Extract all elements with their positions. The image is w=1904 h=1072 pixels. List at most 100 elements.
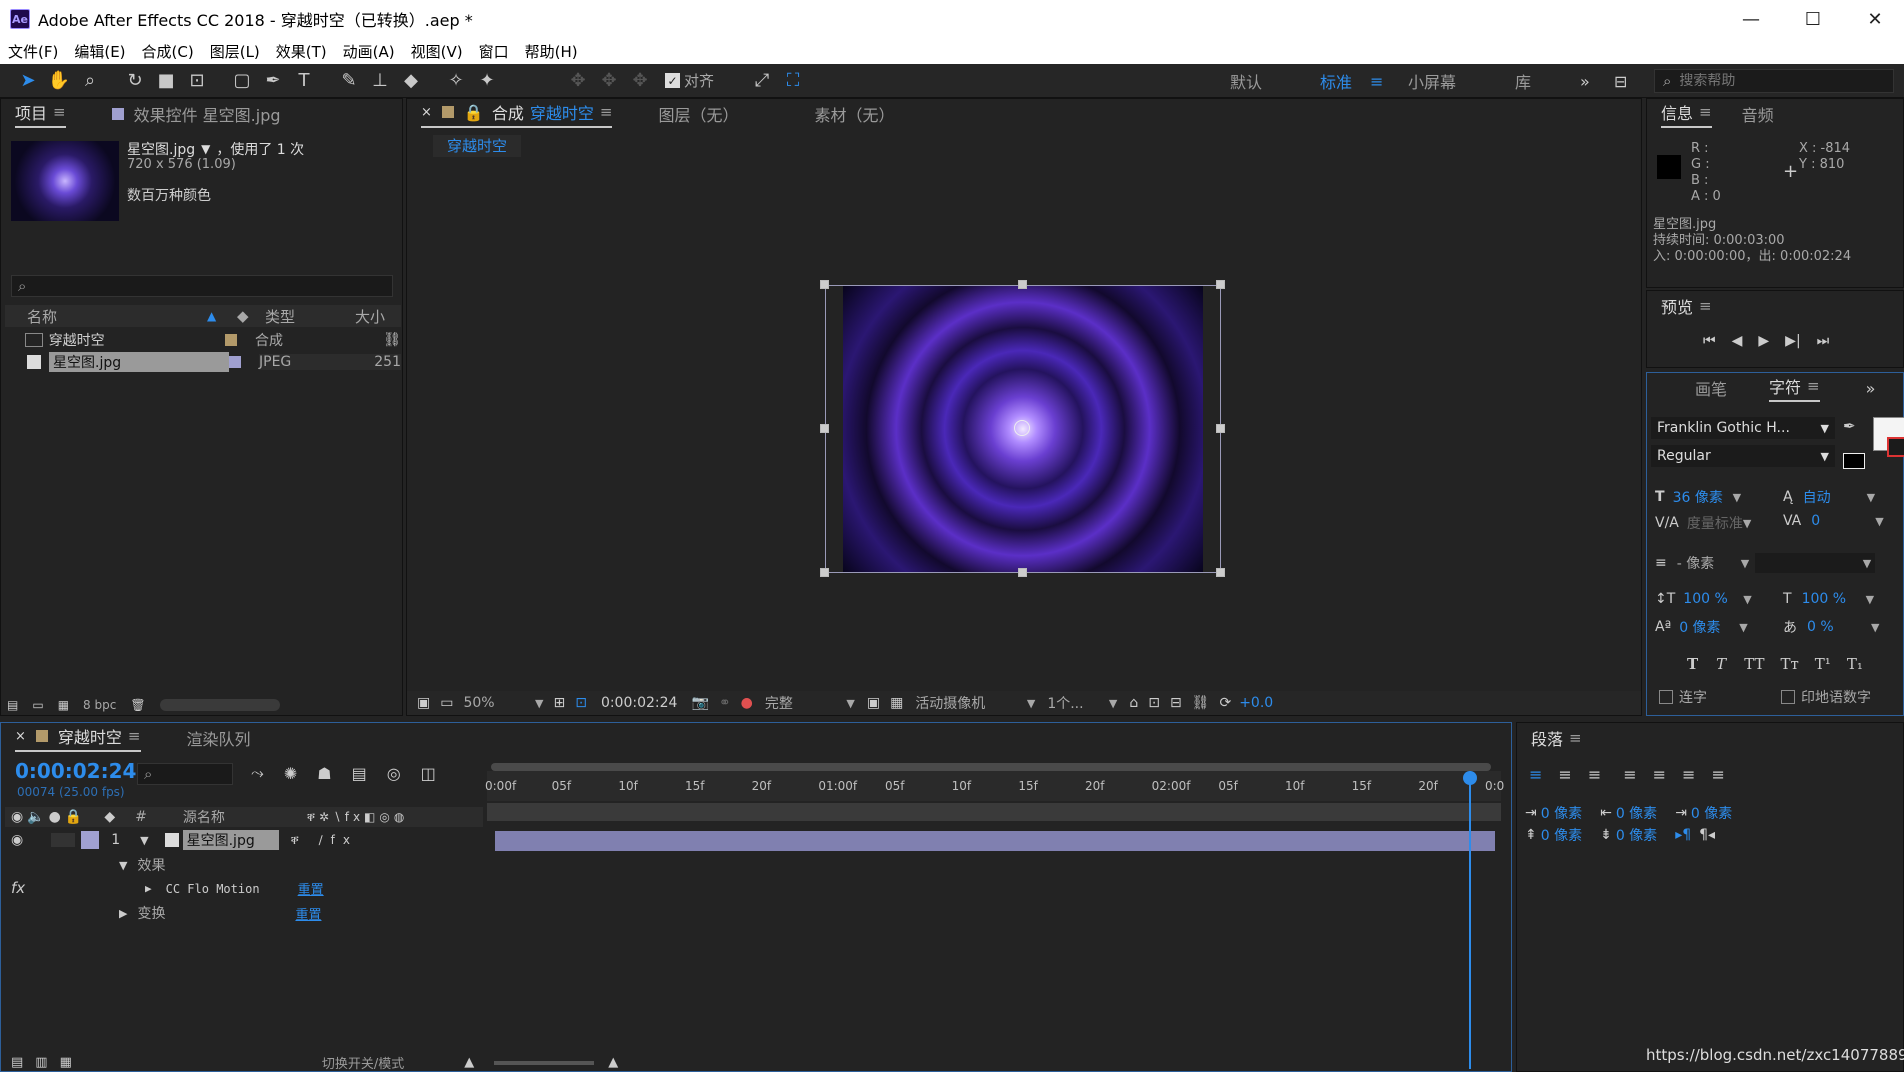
vertical-scale-value[interactable]: 100 %: [1683, 591, 1743, 607]
horizontal-scale-field[interactable]: T 100 % ▼: [1783, 591, 1874, 607]
baseline-shift-field[interactable]: Aª 0 像素 ▼: [1655, 617, 1748, 637]
menu-view[interactable]: 视图(V): [411, 41, 463, 62]
indent-first-line-value[interactable]: 0 像素: [1691, 803, 1732, 823]
label-color-swatch[interactable]: [81, 831, 100, 849]
stroke-width-value[interactable]: - 像素: [1677, 553, 1741, 573]
snap-target-icon[interactable]: ⛶: [779, 67, 807, 95]
reset-exposure-icon[interactable]: ⟳: [1219, 695, 1231, 711]
label-tag-icon[interactable]: ◆: [237, 307, 265, 325]
justify-last-left-icon[interactable]: ≡: [1623, 765, 1636, 784]
menu-effect[interactable]: 效果(T): [276, 41, 327, 62]
usage-dropdown-icon[interactable]: ▼: [201, 142, 210, 156]
snapshot-icon[interactable]: 📷: [691, 695, 708, 711]
transform-handle[interactable]: [1216, 280, 1225, 289]
kerning-field[interactable]: V/A 度量标准 ▼: [1655, 513, 1751, 533]
help-search[interactable]: ⌕: [1654, 69, 1894, 93]
transform-handle[interactable]: [820, 280, 829, 289]
time-navigator[interactable]: [487, 803, 1501, 821]
tab-paint[interactable]: 画笔: [1695, 376, 1727, 400]
ltr-direction-icon[interactable]: ▸¶: [1675, 827, 1691, 843]
ligatures-option[interactable]: 连字: [1659, 687, 1707, 707]
baseline-shift-value[interactable]: 0 像素: [1679, 617, 1739, 637]
expand-panel-icon[interactable]: »: [1866, 379, 1876, 398]
in-out-pane-icon[interactable]: ▦: [60, 1055, 72, 1070]
stroke-type-dropdown[interactable]: ▼: [1755, 553, 1876, 573]
transparency-grid-icon[interactable]: ▦: [890, 695, 903, 711]
indent-left-value[interactable]: 0 像素: [1541, 803, 1582, 823]
column-type[interactable]: 类型: [265, 306, 355, 327]
workspace-default[interactable]: 默认: [1230, 64, 1262, 98]
tab-timeline-comp[interactable]: × 穿越时空 ≡: [15, 724, 141, 752]
expand-triangle-icon[interactable]: ▼: [119, 859, 127, 872]
lock-icon[interactable]: 🔒: [65, 809, 82, 825]
solo-icon[interactable]: ●: [49, 809, 61, 825]
chevron-down-icon[interactable]: ▼: [1741, 557, 1749, 570]
rtl-direction-icon[interactable]: ¶◂: [1699, 827, 1715, 843]
views-dropdown[interactable]: 1个... ▼: [1047, 693, 1117, 713]
bit-depth-button[interactable]: 8 bpc: [83, 698, 116, 712]
rotate-tool-icon[interactable]: ↻: [121, 67, 149, 95]
column-name[interactable]: 名称: [27, 306, 207, 327]
brush-tool-icon[interactable]: ✎: [335, 67, 363, 95]
space-before-value[interactable]: 0 像素: [1541, 825, 1582, 845]
channel-icon[interactable]: ●: [741, 695, 753, 711]
time-ruler[interactable]: [487, 771, 1501, 801]
superscript-button[interactable]: T¹: [1815, 655, 1831, 673]
menu-composition[interactable]: 合成(C): [142, 41, 194, 62]
tab-character[interactable]: 字符 ≡: [1769, 374, 1820, 402]
timeline-icon[interactable]: ⊟: [1170, 695, 1182, 711]
menu-help[interactable]: 帮助(H): [525, 41, 578, 62]
chevron-down-icon[interactable]: ▼: [1743, 517, 1751, 530]
effects-group-row[interactable]: ▼ 效果: [119, 855, 165, 875]
toggle-switches-modes-button[interactable]: 切换开关/模式: [322, 1053, 404, 1072]
align-left-icon[interactable]: ≡: [1529, 765, 1542, 784]
trash-icon[interactable]: 🗑: [130, 698, 145, 712]
font-size-value[interactable]: 36 像素: [1673, 487, 1733, 507]
kerning-value[interactable]: 度量标准: [1687, 513, 1743, 533]
font-family-dropdown[interactable]: Franklin Gothic H... ▼: [1651, 417, 1835, 439]
layer-switches-icons[interactable]: ቐ ∕fx: [291, 833, 358, 848]
indent-right-value[interactable]: 0 像素: [1616, 803, 1657, 823]
always-preview-icon[interactable]: ▣: [417, 695, 430, 711]
layer-duration-bar[interactable]: [495, 831, 1495, 851]
puppet-pin-tool-icon[interactable]: ✦: [473, 67, 501, 95]
interpret-footage-icon[interactable]: ▤: [7, 698, 18, 712]
resolution-dropdown[interactable]: 完整 ▼: [765, 693, 855, 713]
roto-brush-tool-icon[interactable]: ✧: [442, 67, 470, 95]
transform-handle[interactable]: [1018, 280, 1027, 289]
transform-handle[interactable]: [1216, 424, 1225, 433]
playhead-handle[interactable]: [1463, 771, 1477, 785]
clone-stamp-tool-icon[interactable]: ⊥: [366, 67, 394, 95]
previous-frame-icon[interactable]: ◀: [1732, 333, 1743, 349]
tracking-field[interactable]: VA 0 ▼: [1783, 513, 1884, 529]
graph-editor-icon[interactable]: ◫: [421, 764, 436, 783]
last-frame-icon[interactable]: ⏭: [1817, 333, 1830, 349]
transform-handle[interactable]: [1018, 568, 1027, 577]
justify-last-center-icon[interactable]: ≡: [1653, 765, 1666, 784]
label-color-swatch[interactable]: [225, 334, 237, 346]
thumbnail-size-slider[interactable]: [159, 699, 280, 711]
align-center-icon[interactable]: ≡: [1558, 765, 1571, 784]
hindi-digits-option[interactable]: 印地语数字: [1781, 687, 1871, 707]
motion-blur-icon[interactable]: ◎: [387, 764, 401, 783]
work-area-bar[interactable]: [491, 763, 1491, 771]
more-workspaces-icon[interactable]: »: [1580, 64, 1590, 98]
flowchart-icon[interactable]: ⛓: [1192, 695, 1210, 711]
flowchart-icon[interactable]: ⛓: [383, 332, 401, 348]
justify-last-right-icon[interactable]: ≡: [1682, 765, 1695, 784]
playhead[interactable]: [1469, 771, 1471, 1069]
region-of-interest-icon[interactable]: ▣: [867, 695, 880, 711]
draft-3d-icon[interactable]: ✺: [284, 764, 297, 783]
project-row[interactable]: 穿越时空 合成 ⛓: [5, 329, 401, 351]
effect-row[interactable]: ▶ CC Flo Motion 重置: [145, 879, 324, 899]
play-icon[interactable]: ▶: [1758, 333, 1769, 349]
layer-name[interactable]: 星空图.jpg: [182, 830, 279, 850]
comp-mini-flowchart-icon[interactable]: ⤳: [251, 763, 264, 783]
tab-layer[interactable]: 图层（无）: [658, 102, 738, 126]
menu-animation[interactable]: 动画(A): [343, 41, 395, 62]
tab-info[interactable]: 信息 ≡: [1661, 100, 1712, 128]
align-toggle[interactable]: ✓ 对齐: [665, 70, 714, 91]
show-snapshot-icon[interactable]: ⚭: [719, 695, 731, 711]
maximize-button[interactable]: ☐: [1784, 0, 1842, 38]
safe-margins-icon[interactable]: ⊞: [553, 695, 565, 711]
